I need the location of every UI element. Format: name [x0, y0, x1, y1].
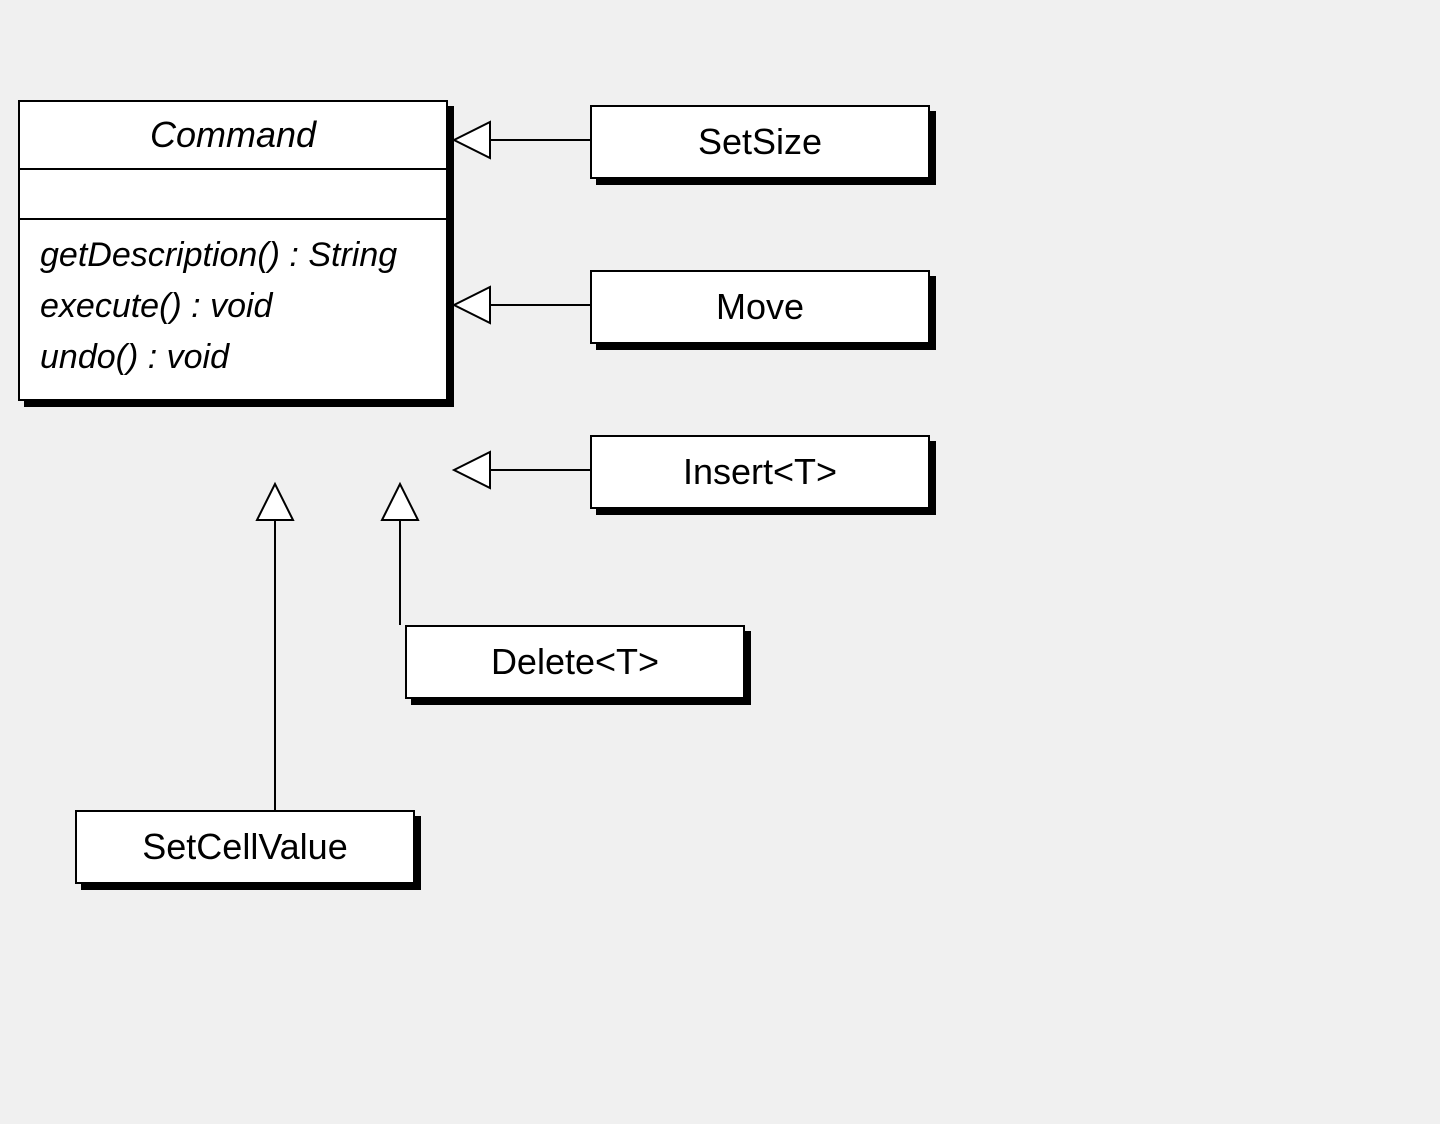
- method-line: getDescription() : String: [40, 230, 426, 281]
- uml-class-move: Move: [590, 270, 930, 344]
- class-attributes: [20, 170, 446, 220]
- uml-class-delete: Delete<T>: [405, 625, 745, 699]
- uml-class-insert: Insert<T>: [590, 435, 930, 509]
- uml-class-command: Command getDescription() : String execut…: [18, 100, 448, 401]
- uml-class-setsize: SetSize: [590, 105, 930, 179]
- method-line: execute() : void: [40, 281, 426, 332]
- class-methods: getDescription() : String execute() : vo…: [20, 220, 446, 399]
- class-title: Command: [20, 102, 446, 170]
- method-line: undo() : void: [40, 332, 426, 383]
- uml-class-setcellvalue: SetCellValue: [75, 810, 415, 884]
